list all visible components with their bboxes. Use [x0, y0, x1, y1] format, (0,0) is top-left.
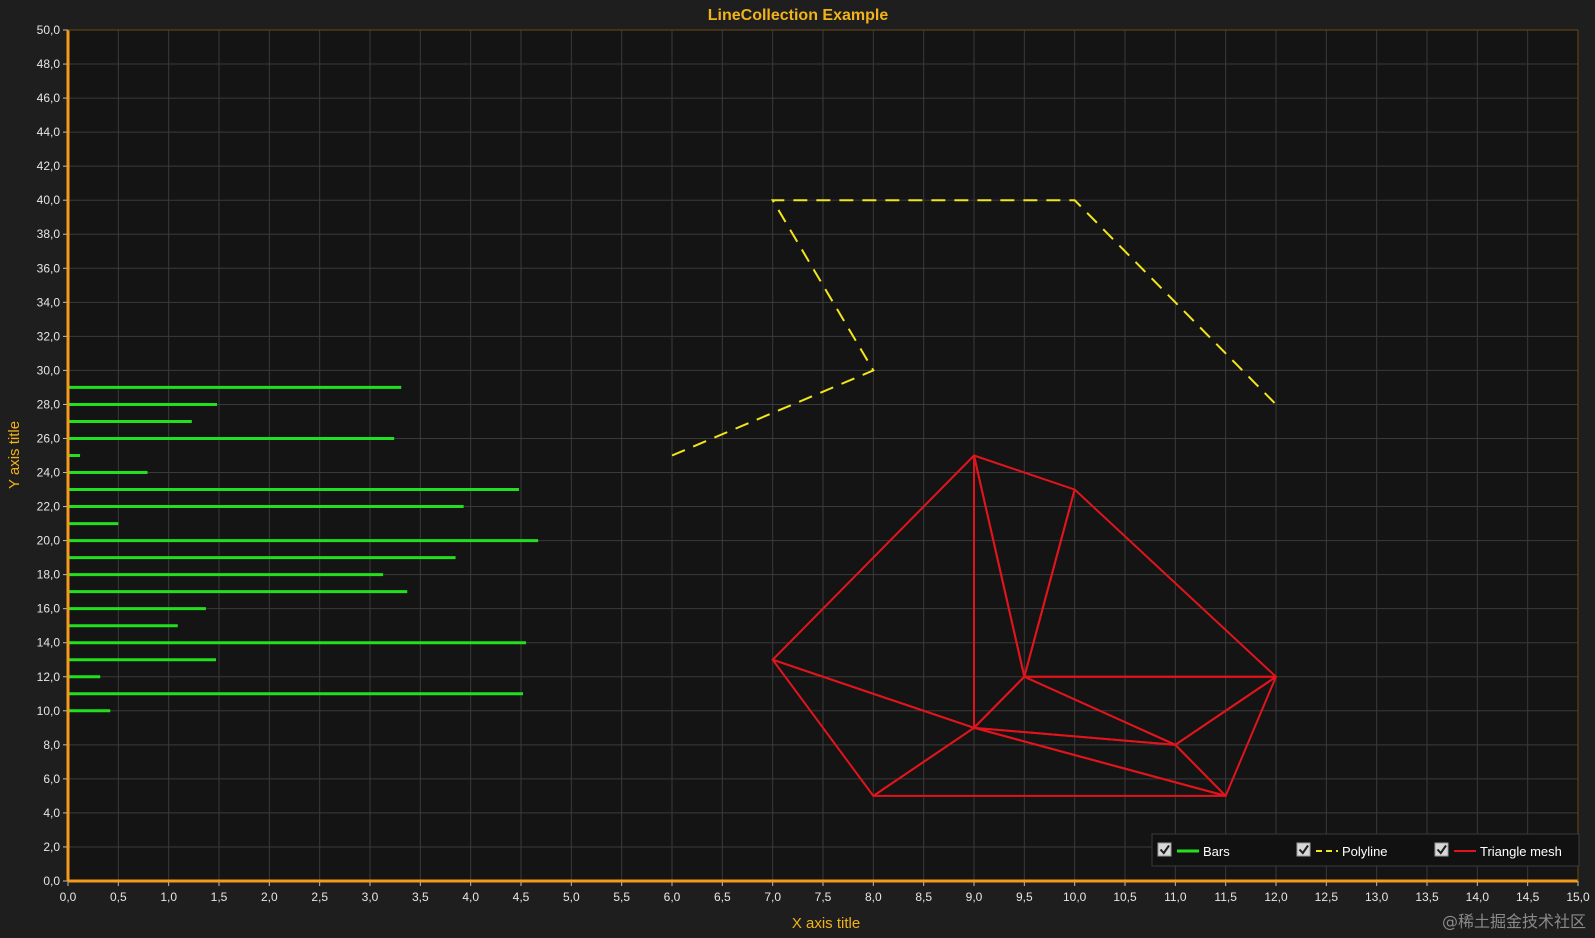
x-axis-title: X axis title	[792, 915, 860, 932]
y-tick-label: 34,0	[37, 295, 61, 309]
y-axis-title: Y axis title	[6, 421, 23, 489]
x-tick-label: 15,0	[1566, 890, 1590, 904]
y-tick-label: 32,0	[37, 329, 61, 343]
x-tick-label: 8,5	[915, 890, 932, 904]
x-tick-label: 10,0	[1063, 890, 1087, 904]
x-tick-label: 2,5	[311, 890, 328, 904]
x-tick-label: 12,5	[1315, 890, 1339, 904]
y-tick-label: 22,0	[37, 500, 61, 514]
y-tick-label: 20,0	[37, 534, 61, 548]
watermark: @稀土掘金技术社区	[1442, 912, 1586, 931]
legend-label-polyline: Polyline	[1342, 844, 1388, 859]
x-tick-label: 11,0	[1164, 890, 1187, 904]
x-tick-label: 5,5	[613, 890, 630, 904]
y-tick-label: 2,0	[43, 840, 60, 854]
y-tick-label: 30,0	[37, 363, 61, 377]
y-tick-label: 40,0	[37, 193, 61, 207]
legend-label-bars: Bars	[1203, 844, 1230, 859]
y-tick-label: 4,0	[43, 806, 60, 820]
x-tick-label: 1,5	[211, 890, 228, 904]
legend-label-triangle-mesh: Triangle mesh	[1480, 844, 1562, 859]
y-tick-label: 8,0	[43, 738, 60, 752]
y-tick-label: 0,0	[43, 874, 60, 888]
x-tick-label: 0,5	[110, 890, 127, 904]
y-tick-label: 48,0	[37, 57, 61, 71]
y-tick-label: 6,0	[43, 772, 60, 786]
y-tick-label: 36,0	[37, 261, 61, 275]
y-tick-label: 26,0	[37, 431, 61, 445]
y-tick-label: 28,0	[37, 397, 61, 411]
y-tick-label: 14,0	[37, 636, 61, 650]
x-tick-label: 14,0	[1466, 890, 1490, 904]
y-tick-label: 16,0	[37, 602, 61, 616]
x-tick-label: 13,5	[1415, 890, 1439, 904]
legend-checkbox-polyline[interactable]	[1296, 842, 1311, 857]
legend: Bars Polyline Triangle mesh	[1151, 833, 1580, 867]
x-tick-label: 6,0	[664, 890, 681, 904]
x-tick-label: 1,0	[160, 890, 177, 904]
x-tick-label: 9,5	[1016, 890, 1033, 904]
x-tick-label: 3,0	[362, 890, 379, 904]
x-tick-label: 7,0	[764, 890, 781, 904]
y-tick-label: 24,0	[37, 466, 61, 480]
y-tick-label: 50,0	[37, 23, 61, 37]
legend-checkbox-triangle-mesh[interactable]	[1434, 842, 1449, 857]
y-tick-label: 10,0	[37, 704, 61, 718]
y-tick-label: 12,0	[37, 670, 61, 684]
line-collection-chart: 0,0 0,5 1,0 1,5 2,0 2,5 3,0 3,5 4,0 4,5 5,0 5,5 6,0 6…	[0, 0, 1595, 938]
y-tick-label: 46,0	[37, 91, 61, 105]
y-tick-label: 44,0	[37, 125, 61, 139]
y-tick-label: 18,0	[37, 568, 61, 582]
y-tick-label: 38,0	[37, 227, 61, 241]
x-tick-label: 13,0	[1365, 890, 1389, 904]
x-tick-label: 5,0	[563, 890, 580, 904]
chart-title: LineCollection Example	[708, 7, 889, 24]
x-tick-label: 11,5	[1214, 890, 1237, 904]
x-tick-label: 12,0	[1264, 890, 1288, 904]
x-tick-label: 8,0	[865, 890, 882, 904]
x-tick-label: 2,0	[261, 890, 278, 904]
x-tick-label: 9,0	[966, 890, 983, 904]
x-tick-label: 7,5	[815, 890, 832, 904]
x-tick-label: 3,5	[412, 890, 429, 904]
x-tick-label: 6,5	[714, 890, 731, 904]
legend-checkbox-bars[interactable]	[1157, 842, 1172, 857]
y-tick-label: 42,0	[37, 159, 61, 173]
x-tick-label: 4,0	[462, 890, 479, 904]
x-tick-label: 10,5	[1113, 890, 1137, 904]
x-tick-label: 14,5	[1516, 890, 1540, 904]
x-tick-label: 4,5	[513, 890, 530, 904]
x-tick-label: 0,0	[60, 890, 77, 904]
